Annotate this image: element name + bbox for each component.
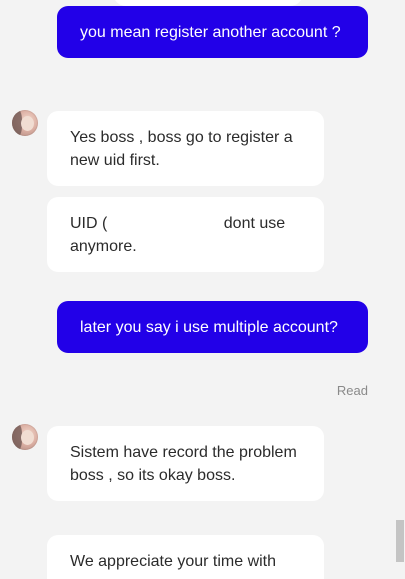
scrollbar-thumb[interactable] bbox=[396, 520, 404, 562]
message-outgoing: you mean register another account ? bbox=[57, 6, 368, 58]
scrollbar[interactable] bbox=[393, 0, 405, 579]
message-outgoing: later you say i use multiple account? bbox=[57, 301, 368, 353]
message-text: you mean register another account ? bbox=[80, 24, 341, 41]
read-receipt: Read bbox=[336, 383, 368, 398]
chat-thread: you mean register another account ? Yes … bbox=[0, 0, 393, 579]
message-text: We appreciate your time with bbox=[70, 553, 277, 570]
agent-avatar bbox=[12, 110, 38, 136]
message-incoming: We appreciate your time with bbox=[47, 535, 324, 579]
agent-avatar bbox=[12, 424, 38, 450]
message-text: Sistem have record the problem boss , so… bbox=[70, 444, 297, 484]
redacted-text bbox=[107, 212, 220, 231]
message-incoming: Yes boss , boss go to register a new uid… bbox=[47, 111, 324, 186]
message-incoming: UID ( dont use anymore. bbox=[47, 197, 324, 272]
message-text-start: UID ( bbox=[70, 215, 108, 232]
message-text: Yes boss , boss go to register a new uid… bbox=[70, 129, 293, 169]
message-text: later you say i use multiple account? bbox=[80, 319, 338, 336]
message-incoming: Sistem have record the problem boss , so… bbox=[47, 426, 324, 501]
